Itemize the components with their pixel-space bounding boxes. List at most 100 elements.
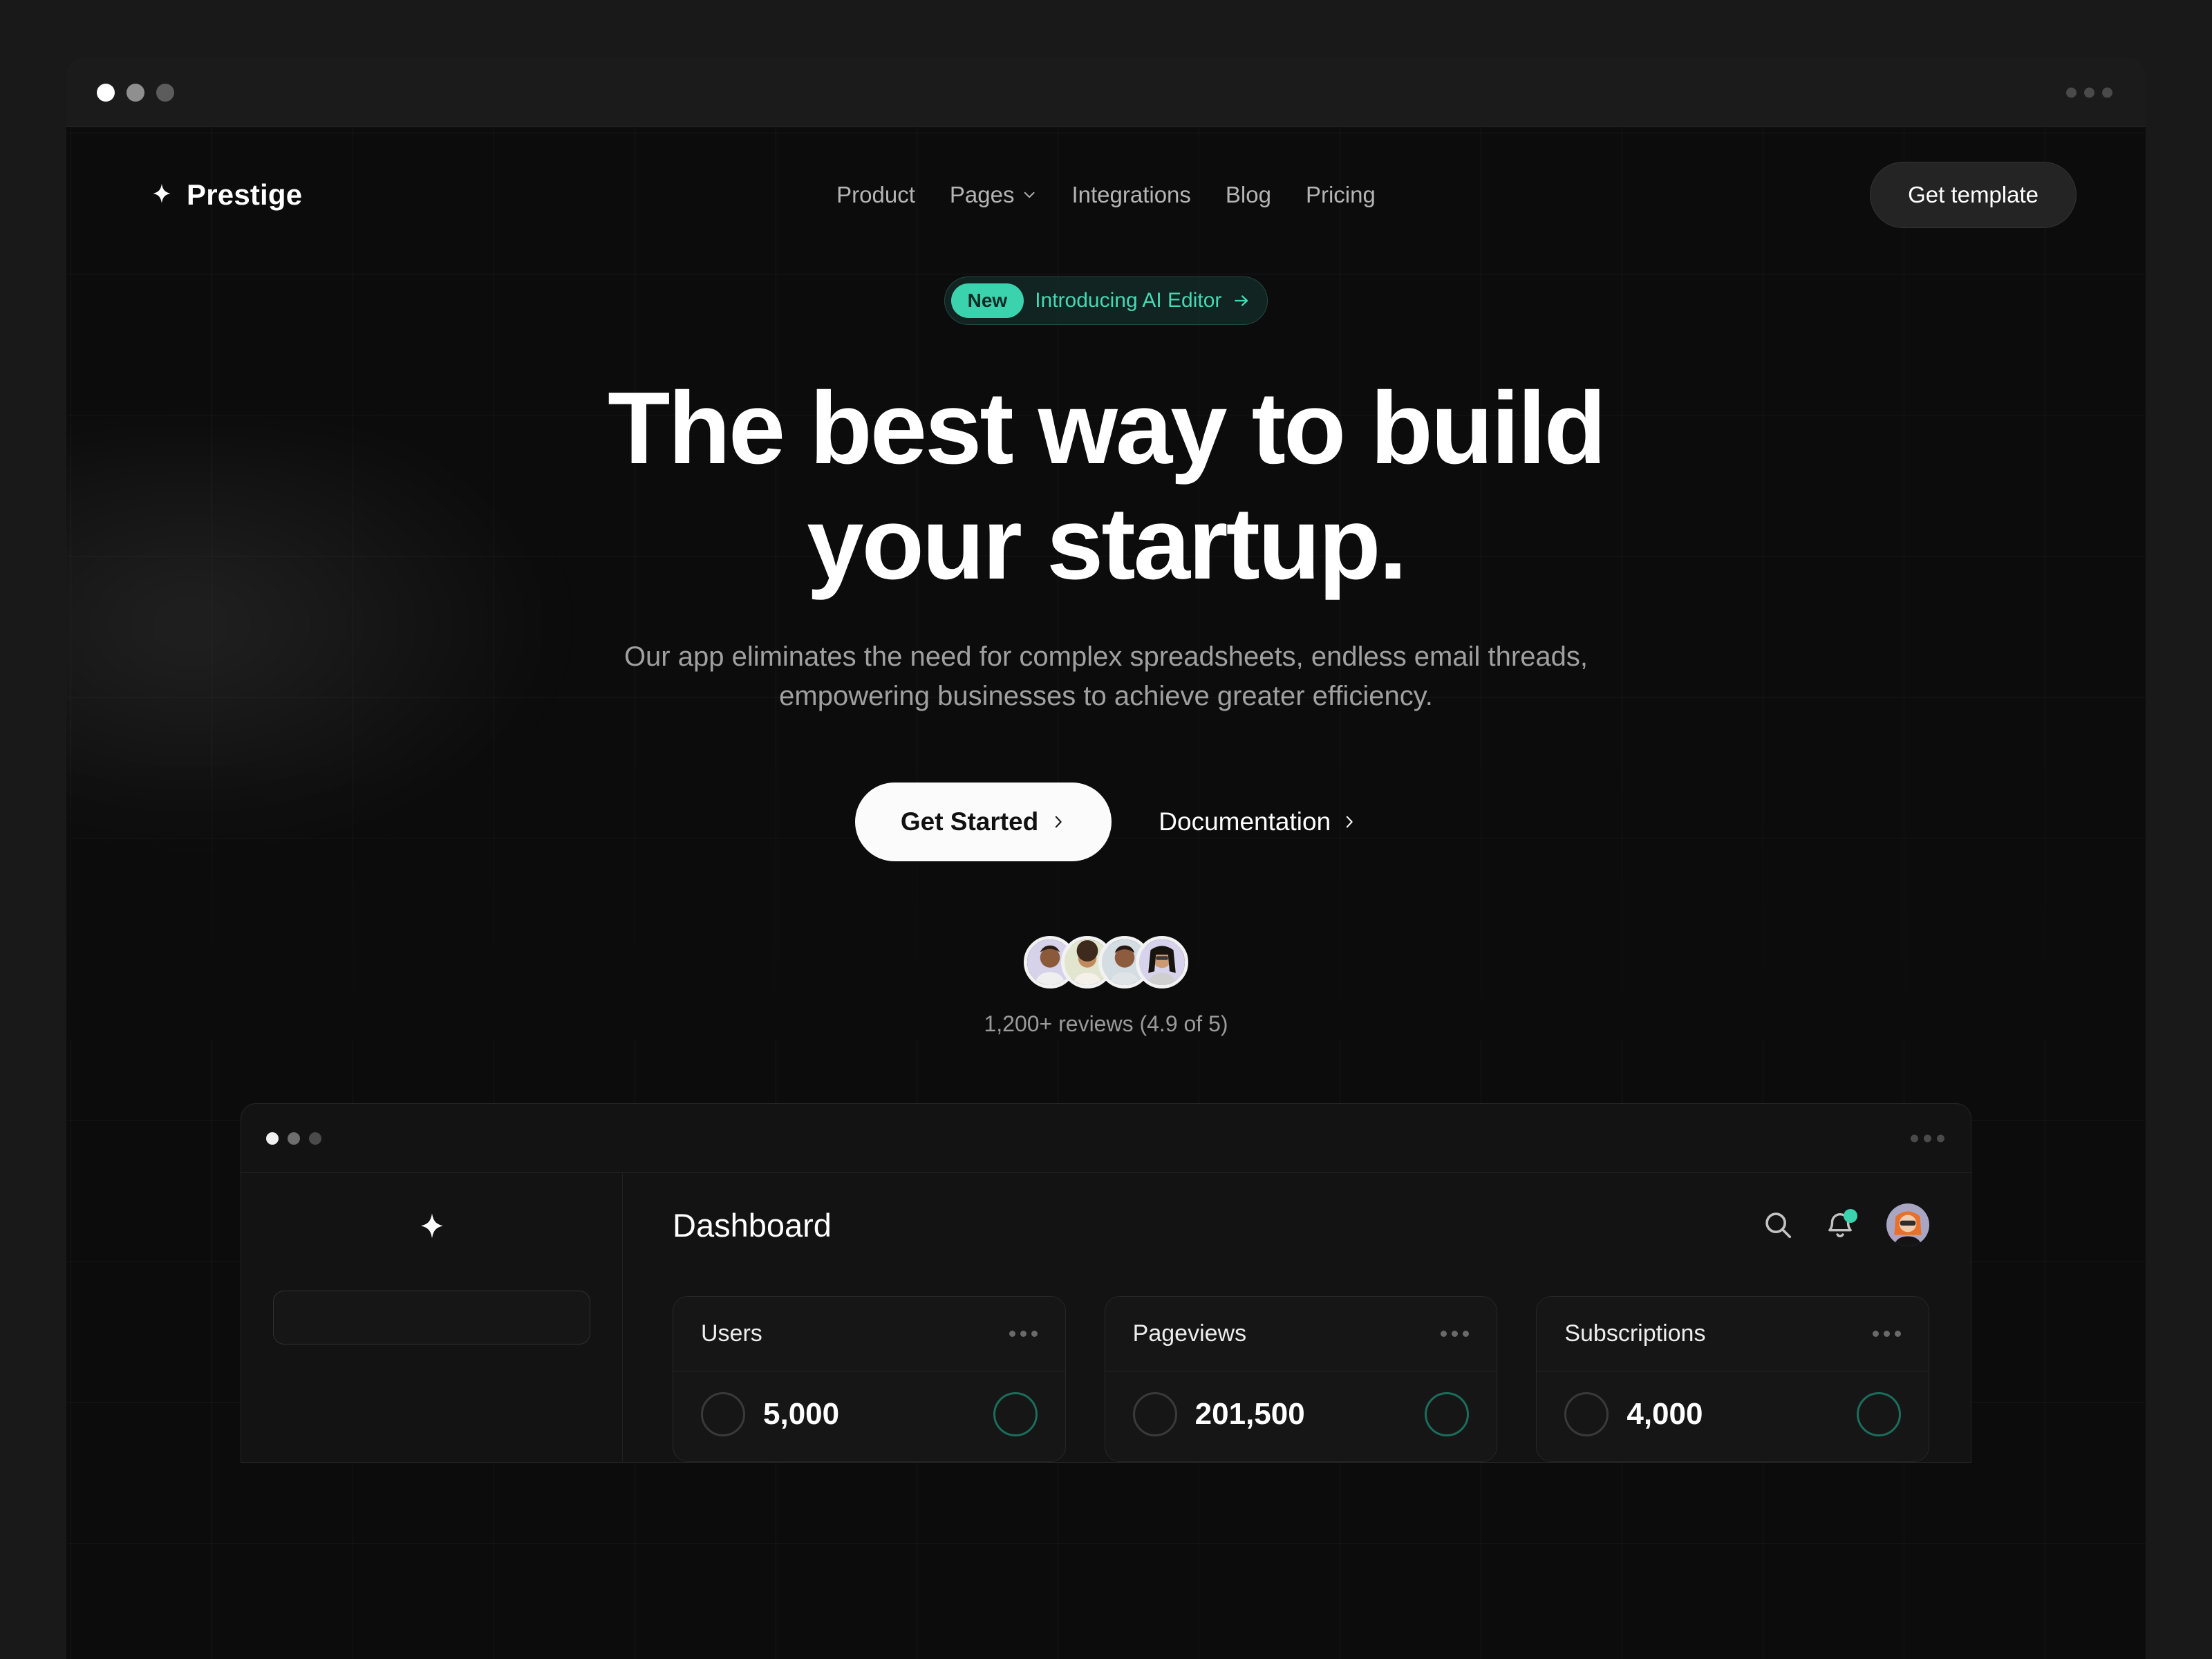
browser-chrome-bar <box>66 58 2146 127</box>
dashboard-title: Dashboard <box>673 1206 832 1244</box>
nav-links: Product Pages Integrations Blog Pricing <box>836 182 1376 208</box>
notification-dot <box>1844 1209 1857 1224</box>
dashboard-main: Dashboard Users 5,000 Pageviews 201,500 … <box>623 1173 1971 1463</box>
get-started-label: Get Started <box>900 807 1039 836</box>
documentation-label: Documentation <box>1159 807 1331 836</box>
card-label: Users <box>701 1320 762 1347</box>
sparkle-icon <box>420 1213 443 1239</box>
nav-link-label: Pages <box>949 182 1015 207</box>
close-button-dot[interactable] <box>97 83 115 102</box>
reviews-text: 1,200+ reviews (4.9 of 5) <box>984 1011 1228 1037</box>
page-title: The best way to build your startup. <box>518 371 1694 601</box>
traffic-lights <box>97 83 174 102</box>
kebab-dot <box>1884 1331 1891 1338</box>
card-header: Pageviews <box>1105 1297 1497 1372</box>
trend-ring-icon <box>993 1392 1038 1437</box>
browser-window: Prestige Product Pages Integrations Blog <box>66 58 2146 1659</box>
kebab-dot <box>2102 87 2112 97</box>
stat-card-pageviews[interactable]: Pageviews 201,500 <box>1104 1296 1498 1463</box>
card-body: 201,500 <box>1105 1371 1497 1457</box>
social-proof: 1,200+ reviews (4.9 of 5) <box>66 936 2146 1037</box>
nav-link-integrations[interactable]: Integrations <box>1071 182 1190 208</box>
minimize-button-dot[interactable] <box>288 1132 300 1145</box>
card-header: Subscriptions <box>1537 1297 1929 1372</box>
trend-ring-icon <box>1425 1392 1470 1437</box>
announcement-badge[interactable]: New Introducing AI Editor <box>944 276 1268 325</box>
nav-link-blog[interactable]: Blog <box>1226 182 1271 208</box>
kebab-menu-icon[interactable] <box>1911 1134 1944 1143</box>
minimize-button-dot[interactable] <box>126 83 144 102</box>
nav-link-product[interactable]: Product <box>836 182 915 208</box>
kebab-dot <box>1441 1331 1447 1338</box>
metric-ring-icon <box>1564 1392 1609 1437</box>
kebab-dot <box>1873 1331 1880 1338</box>
reviewer-avatars <box>1024 936 1188 989</box>
get-template-button[interactable]: Get template <box>1870 162 2077 228</box>
kebab-dot <box>1463 1331 1470 1338</box>
kebab-menu-icon[interactable] <box>1441 1331 1470 1338</box>
card-value: 4,000 <box>1627 1397 1703 1432</box>
kebab-dot <box>1009 1331 1015 1338</box>
cta-row: Get Started Documentation <box>66 782 2146 862</box>
card-label: Pageviews <box>1132 1320 1247 1347</box>
user-avatar <box>1886 1203 1929 1247</box>
nav-link-label: Blog <box>1225 182 1271 207</box>
maximize-button-dot[interactable] <box>156 83 174 102</box>
dashboard-header: Dashboard <box>673 1203 1929 1247</box>
metric-ring-icon <box>701 1392 745 1437</box>
search-icon[interactable] <box>1762 1209 1794 1241</box>
dashboard-preview: Dashboard Users 5,000 Pageviews 201,500 … <box>241 1103 1971 1463</box>
hero-title-line-1: The best way to build <box>608 371 1606 485</box>
brand-logo[interactable]: Prestige <box>149 178 302 212</box>
kebab-menu-icon[interactable] <box>1873 1331 1902 1338</box>
hero-subtitle: Our app eliminates the need for complex … <box>546 637 1666 716</box>
kebab-dot <box>2066 87 2077 97</box>
avatar[interactable] <box>1886 1203 1929 1247</box>
kebab-menu-icon[interactable] <box>2066 87 2112 97</box>
card-value: 201,500 <box>1194 1397 1305 1432</box>
stat-card-subscriptions[interactable]: Subscriptions 4,000 <box>1536 1296 1930 1463</box>
nav-link-label: Pricing <box>1305 182 1376 207</box>
avatar <box>1136 936 1188 989</box>
documentation-link[interactable]: Documentation <box>1159 807 1357 836</box>
sparkle-icon <box>153 183 171 203</box>
metric-ring-icon <box>1132 1392 1177 1437</box>
hero-title-line-2: your startup. <box>807 487 1407 601</box>
stat-cards: Users 5,000 Pageviews 201,500 Subscripti… <box>673 1296 1930 1463</box>
kebab-dot <box>1937 1134 1944 1143</box>
avatar-person-4 <box>1139 939 1185 986</box>
kebab-dot <box>1452 1331 1459 1338</box>
page-canvas: Prestige Product Pages Integrations Blog <box>66 127 2146 1659</box>
nav-link-label: Integrations <box>1071 182 1191 207</box>
card-header: Users <box>673 1297 1065 1372</box>
dashboard-actions <box>1762 1203 1929 1247</box>
nav-link-label: Product <box>836 182 915 207</box>
notifications-button[interactable] <box>1824 1209 1857 1241</box>
brand-name: Prestige <box>187 178 303 211</box>
card-body: 5,000 <box>673 1371 1065 1457</box>
card-body: 4,000 <box>1537 1371 1929 1457</box>
nav-link-pages[interactable]: Pages <box>950 182 1038 208</box>
hero-subtitle-line-2: empowering businesses to achieve greater… <box>779 681 1433 712</box>
card-label: Subscriptions <box>1564 1320 1706 1347</box>
badge-label: Introducing AI Editor <box>1035 289 1222 312</box>
badge-new-pill: New <box>950 283 1024 318</box>
chevron-right-icon <box>1346 816 1353 828</box>
sidebar-search-input[interactable] <box>273 1291 590 1345</box>
navbar: Prestige Product Pages Integrations Blog <box>66 127 2146 263</box>
nav-link-pricing[interactable]: Pricing <box>1306 182 1376 208</box>
maximize-button-dot[interactable] <box>309 1132 321 1145</box>
kebab-dot <box>1924 1134 1931 1143</box>
hero-section: New Introducing AI Editor The best way t… <box>66 263 2146 1037</box>
get-started-button[interactable]: Get Started <box>854 782 1112 862</box>
trend-ring-icon <box>1857 1392 1902 1437</box>
kebab-dot <box>1020 1331 1027 1338</box>
chevron-right-icon <box>1056 816 1062 828</box>
kebab-dot <box>1895 1331 1902 1338</box>
kebab-dot <box>1911 1134 1918 1143</box>
stat-card-users[interactable]: Users 5,000 <box>673 1296 1066 1463</box>
dashboard-body: Dashboard Users 5,000 Pageviews 201,500 … <box>241 1173 1971 1463</box>
chevron-down-icon <box>1024 191 1035 198</box>
kebab-menu-icon[interactable] <box>1009 1331 1038 1338</box>
close-button-dot[interactable] <box>266 1132 279 1145</box>
